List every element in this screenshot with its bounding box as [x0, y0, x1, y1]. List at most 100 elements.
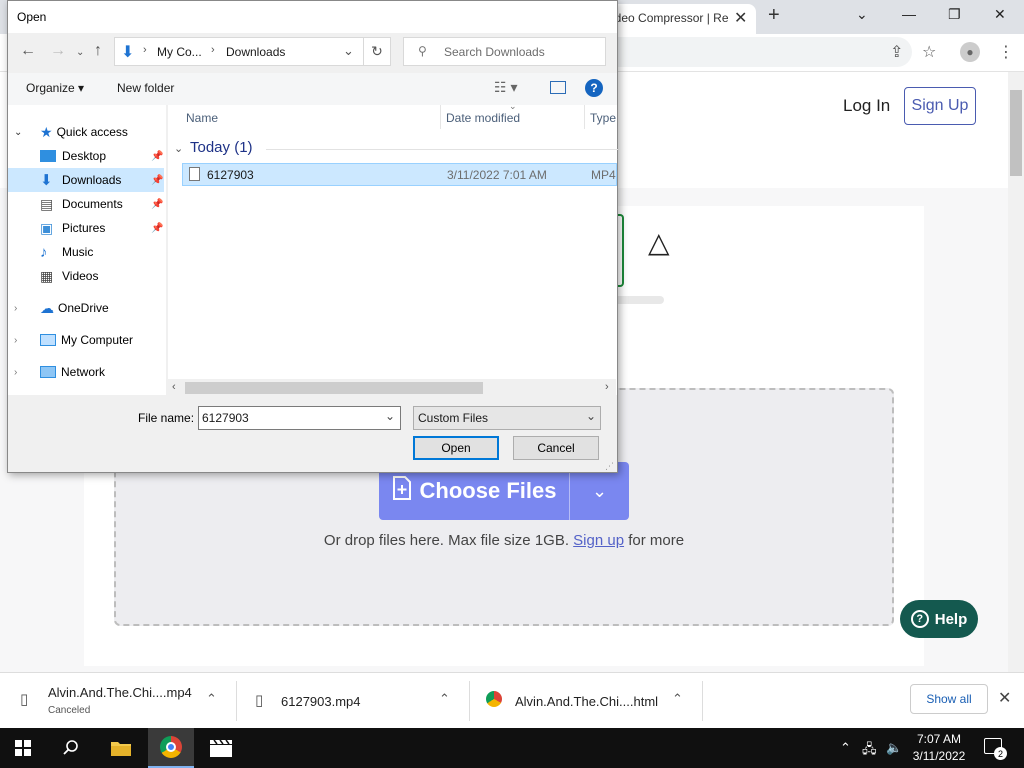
network-icon: [40, 366, 56, 378]
recent-chevron-down-icon[interactable]: ⌄: [76, 47, 84, 58]
view-options-icon[interactable]: ☷ ▾: [494, 79, 517, 96]
profile-avatar-icon[interactable]: ●: [960, 42, 980, 62]
address-breadcrumb[interactable]: ⬇ › My Co... › Downloads ⌄: [114, 37, 364, 66]
chevron-up-icon[interactable]: ⌃: [672, 691, 683, 707]
chevron-up-icon[interactable]: ⌃: [206, 691, 217, 707]
signup-link[interactable]: Sign up: [573, 532, 624, 549]
expand-chevron-down-icon[interactable]: ⌄: [14, 127, 28, 138]
star-icon: ★: [40, 123, 53, 140]
file-name-value: 6127903: [202, 411, 249, 425]
help-question-icon[interactable]: ?: [585, 79, 603, 97]
nav-onedrive[interactable]: › ☁ OneDrive: [14, 297, 109, 319]
open-button[interactable]: Open: [413, 436, 499, 460]
pin-icon[interactable]: 📌: [151, 223, 163, 234]
download-status: Canceled: [48, 705, 91, 716]
chevron-up-icon[interactable]: ⌃: [439, 691, 450, 707]
nav-quick-access[interactable]: ⌄ ★ Quick access: [14, 121, 128, 143]
expand-chevron-right-icon[interactable]: ›: [14, 367, 28, 378]
nav-my-computer[interactable]: › My Computer: [14, 329, 133, 351]
documents-icon: ▤: [40, 195, 54, 212]
download-item[interactable]: Alvin.And.The.Chi....html ⌃: [470, 673, 702, 729]
expand-chevron-right-icon[interactable]: ›: [14, 303, 28, 314]
pin-icon[interactable]: 📌: [151, 199, 163, 210]
preview-pane-icon[interactable]: [550, 81, 566, 94]
nav-label: Downloads: [62, 173, 122, 187]
refresh-icon[interactable]: ↻: [363, 37, 391, 66]
menu-kebab-icon[interactable]: ⋮: [998, 42, 1014, 62]
address-history-chevron-icon[interactable]: ⌄: [343, 43, 354, 59]
volume-icon[interactable]: 🔈: [886, 740, 902, 756]
cloud-icon: ☁: [40, 299, 54, 316]
file-type-chevron-icon[interactable]: ⌄: [586, 409, 596, 423]
expand-chevron-right-icon[interactable]: ›: [14, 335, 28, 346]
download-item[interactable]: ▯ 6127903.mp4 ⌃: [237, 673, 469, 729]
column-separator[interactable]: [440, 105, 441, 129]
chrome-file-icon: [486, 691, 502, 707]
forward-arrow-icon[interactable]: →: [50, 42, 66, 60]
search-icon: ⚲: [418, 44, 427, 58]
taskbar: ⌃ 🖧 🔈 7:07 AM 3/11/2022 2: [0, 728, 1024, 768]
signup-button[interactable]: Sign Up: [904, 87, 976, 125]
column-header-type[interactable]: Type: [590, 111, 616, 125]
search-downloads-input[interactable]: ⚲ Search Downloads: [403, 37, 606, 66]
file-type: MP4: [591, 168, 616, 182]
back-arrow-icon[interactable]: ←: [20, 42, 36, 60]
column-header-date[interactable]: Date modified: [446, 111, 520, 125]
window-close-icon[interactable]: ✕: [994, 6, 1006, 23]
minimize-icon[interactable]: —: [902, 6, 916, 22]
show-all-button[interactable]: Show all: [910, 684, 988, 714]
nav-item-music[interactable]: ♪ Music: [40, 241, 93, 263]
column-separator[interactable]: [584, 105, 585, 129]
organize-button[interactable]: Organize ▾: [26, 81, 84, 95]
help-button[interactable]: ? Help: [900, 600, 978, 638]
nav-item-videos[interactable]: ▦ Videos: [40, 265, 98, 287]
group-collapse-chevron-icon[interactable]: ⌄: [174, 142, 183, 155]
group-header[interactable]: Today (1): [190, 139, 253, 156]
start-windows-icon[interactable]: [0, 728, 46, 768]
download-item[interactable]: ▯ Alvin.And.The.Chi....mp4 Canceled ⌃: [0, 673, 236, 729]
column-header-name[interactable]: Name: [186, 111, 218, 125]
breadcrumb-item[interactable]: Downloads: [226, 45, 285, 59]
file-name-input[interactable]: 6127903 ⌄: [198, 406, 401, 430]
video-editor-clapper-icon[interactable]: [198, 728, 244, 768]
notification-badge: 2: [994, 747, 1007, 760]
address-bar[interactable]: [612, 37, 912, 67]
dialog-titlebar[interactable]: Open: [8, 1, 617, 33]
scroll-right-arrow-icon[interactable]: ›: [605, 381, 609, 393]
bookmark-star-icon[interactable]: ☆: [922, 42, 936, 62]
system-clock[interactable]: 7:07 AM 3/11/2022: [906, 731, 972, 765]
breadcrumb-item[interactable]: My Co...: [157, 45, 202, 59]
nav-item-downloads[interactable]: ⬇ Downloads: [40, 169, 121, 191]
file-name-chevron-icon[interactable]: ⌄: [385, 409, 395, 423]
search-icon[interactable]: [48, 728, 94, 768]
new-tab-button[interactable]: +: [768, 4, 780, 27]
download-bar-close-icon[interactable]: ✕: [998, 688, 1011, 708]
page-scroll-thumb[interactable]: [1010, 90, 1022, 176]
nav-network[interactable]: › Network: [14, 361, 105, 383]
scroll-left-arrow-icon[interactable]: ‹: [172, 381, 176, 393]
resize-grip-icon[interactable]: ⋰: [605, 461, 614, 472]
file-icon: ▯: [20, 691, 29, 708]
open-file-dialog: Open ← → ⌄ ↑ ⬇ › My Co... › Downloads ⌄ …: [7, 0, 618, 473]
file-explorer-icon[interactable]: [98, 728, 144, 768]
nav-item-desktop[interactable]: Desktop: [40, 145, 106, 167]
tab-close-icon[interactable]: ✕: [734, 8, 747, 28]
tray-chevron-up-icon[interactable]: ⌃: [840, 740, 851, 756]
nav-label: Videos: [62, 269, 99, 283]
login-link[interactable]: Log In: [843, 96, 890, 116]
cancel-button[interactable]: Cancel: [513, 436, 599, 460]
new-folder-button[interactable]: New folder: [117, 81, 174, 95]
tab-search-chevron-down-icon[interactable]: ⌄: [856, 6, 868, 23]
restore-icon[interactable]: ❐: [948, 6, 961, 23]
file-row[interactable]: 6127903 3/11/2022 7:01 AM MP4: [182, 163, 617, 186]
file-type-select[interactable]: Custom Files ⌄: [413, 406, 601, 430]
pin-icon[interactable]: 📌: [151, 151, 163, 162]
horizontal-scroll-thumb[interactable]: [185, 382, 483, 394]
pin-icon[interactable]: 📌: [151, 175, 163, 186]
nav-item-documents[interactable]: ▤ Documents: [40, 193, 123, 215]
chrome-taskbar-icon[interactable]: [148, 728, 194, 768]
nav-item-pictures[interactable]: ▣ Pictures: [40, 217, 105, 239]
up-arrow-icon[interactable]: ↑: [94, 42, 102, 60]
share-icon[interactable]: ⇪: [890, 42, 903, 62]
network-icon[interactable]: 🖧: [862, 740, 877, 762]
